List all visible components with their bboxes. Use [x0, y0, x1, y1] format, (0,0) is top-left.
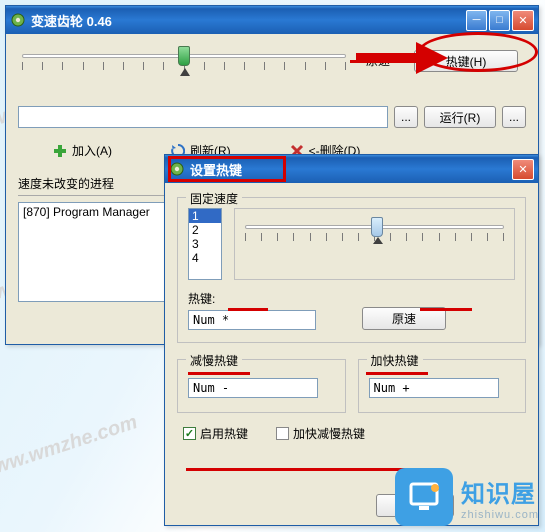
group-fixed-speed: 固定速度 1 2 3 4 热键: [177, 197, 526, 343]
group-title-slow: 减慢热键 [186, 352, 242, 369]
group-slow-hotkey: 减慢热键 [177, 359, 346, 413]
origin-speed-label: 原速 [366, 52, 390, 69]
list-item[interactable]: 2 [189, 223, 221, 237]
fast-hotkey-input[interactable] [369, 378, 499, 398]
enable-hotkey-label: 启用热键 [200, 425, 248, 442]
list-item[interactable]: 3 [189, 237, 221, 251]
mini-slider-marker [373, 237, 383, 244]
watermark: www.wmzhe.com [0, 411, 140, 484]
list-item[interactable]: 4 [189, 251, 221, 265]
add-label: 加入(A) [72, 142, 112, 159]
logo-text-cn: 知识屋 [461, 474, 539, 509]
speed-slider-area: 原速 热键(H) [18, 44, 526, 88]
path-input[interactable] [18, 106, 388, 128]
browse-button[interactable]: ... [394, 106, 418, 128]
checkbox-icon: ✓ [183, 427, 196, 440]
close-button[interactable]: ✕ [512, 10, 534, 31]
site-logo: 知识屋 zhishiwu.com [395, 468, 539, 526]
run-button[interactable]: 运行(R) [424, 106, 496, 128]
main-title: 变速齿轮 0.46 [31, 11, 464, 30]
app-icon [10, 12, 26, 28]
maximize-button[interactable]: □ [489, 10, 510, 31]
hotkey-label: 热键: [188, 290, 316, 307]
list-item[interactable]: 1 [189, 209, 221, 223]
path-row: ... 运行(R) ... [18, 106, 526, 128]
mini-slider-thumb[interactable] [371, 217, 383, 237]
more-button[interactable]: ... [502, 106, 526, 128]
checkbox-icon: ✓ [276, 427, 289, 440]
main-titlebar[interactable]: 变速齿轮 0.46 ─ □ ✕ [6, 6, 538, 34]
checkbox-row: ✓ 启用热键 ✓ 加快减慢热键 [177, 425, 526, 442]
slowfast-checkbox[interactable]: ✓ 加快减慢热键 [276, 425, 365, 442]
speed-slider-marker [180, 68, 190, 76]
mini-slider-area [234, 208, 515, 280]
group-title-fixed: 固定速度 [186, 190, 242, 207]
logo-text-py: zhishiwu.com [461, 509, 539, 521]
dialog-title: 设置热键 [190, 160, 510, 179]
minimize-button[interactable]: ─ [466, 10, 487, 31]
add-action[interactable]: 加入(A) [52, 142, 112, 159]
hotkey-input[interactable] [188, 310, 316, 330]
speed-slider-thumb[interactable] [178, 46, 190, 66]
app-icon [169, 161, 185, 177]
slowfast-label: 加快减慢热键 [293, 425, 365, 442]
plus-icon [52, 143, 68, 159]
preset-listbox[interactable]: 1 2 3 4 [188, 208, 222, 280]
dialog-close-button[interactable]: ✕ [512, 159, 534, 180]
enable-hotkey-checkbox[interactable]: ✓ 启用热键 [183, 425, 248, 442]
origin-speed-button[interactable]: 原速 [362, 307, 446, 330]
logo-icon [395, 468, 453, 526]
slow-hotkey-input[interactable] [188, 378, 318, 398]
group-fast-hotkey: 加快热键 [358, 359, 527, 413]
hotkey-button[interactable]: 热键(H) [414, 50, 518, 72]
dialog-titlebar[interactable]: 设置热键 ✕ [165, 155, 538, 183]
group-title-fast: 加快热键 [367, 352, 423, 369]
